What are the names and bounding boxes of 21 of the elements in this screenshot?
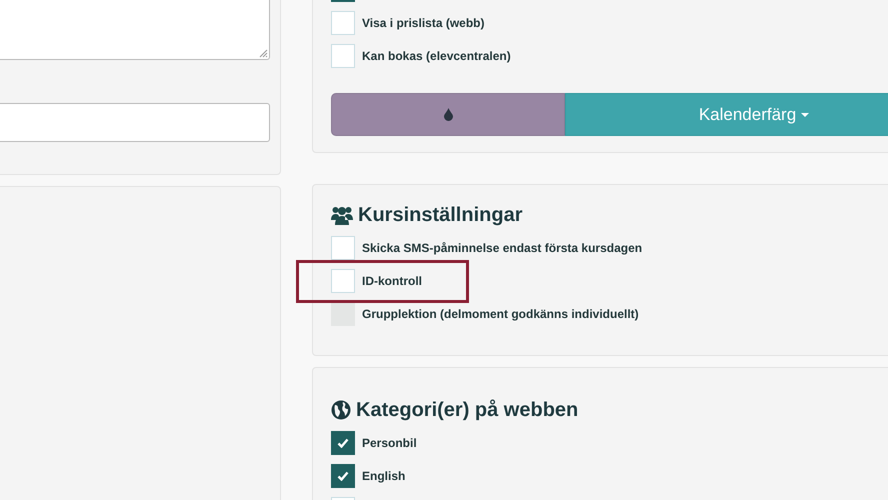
input-field[interactable] (0, 103, 270, 142)
users-icon (331, 205, 353, 225)
checkmark-icon (337, 471, 349, 481)
globe-icon (331, 400, 351, 420)
caret-icon (801, 112, 810, 116)
droplet-icon (444, 108, 452, 121)
checkmark-icon (337, 438, 349, 448)
checkbox[interactable] (331, 431, 355, 455)
checkbox[interactable] (331, 464, 355, 488)
checkbox-label: ID-kontroll (362, 274, 422, 288)
checkbox-label: Skicka SMS-påminnelse endast första kursdagen (362, 241, 642, 255)
resize-grip-icon[interactable] (259, 49, 268, 58)
calendar-color-dropdown[interactable]: Kalenderfärg (565, 93, 888, 136)
color-swatch-button[interactable] (331, 93, 565, 136)
checkbox-label: English (362, 469, 406, 483)
section-title: Kategori(er) på webben (356, 398, 578, 422)
checkbox-label: Personbil (362, 436, 417, 450)
checkbox-label: Kan bokas (elevcentralen) (362, 49, 511, 63)
section-title: Kursinställningar (358, 204, 522, 226)
checkbox-label: Grupplektion (delmoment godkänns individuellt) (362, 307, 639, 321)
checkbox-label: Visa i prislista (webb) (362, 16, 484, 30)
